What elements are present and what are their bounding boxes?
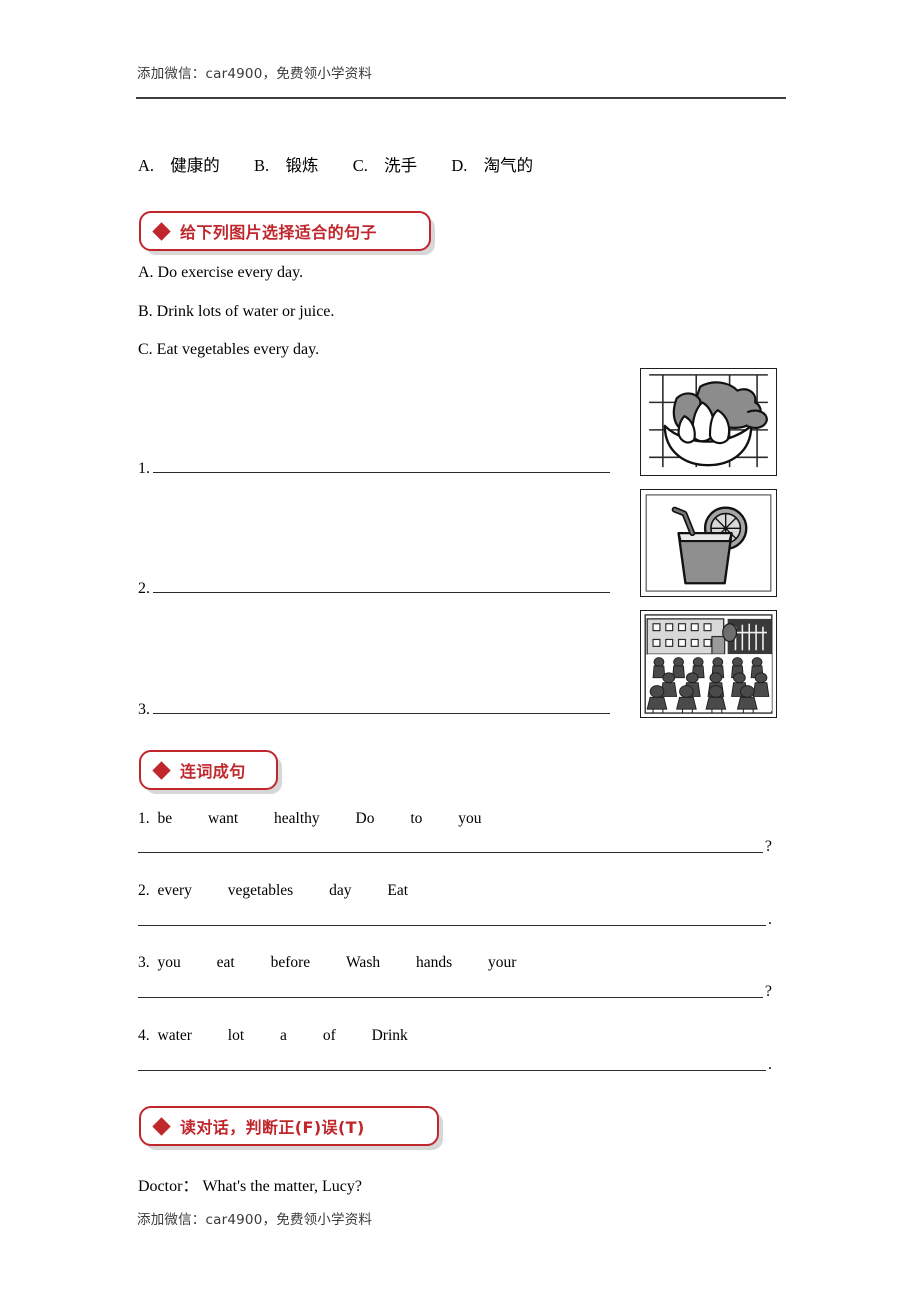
word-order-answer-line-1[interactable]: ?: [138, 838, 772, 855]
scramble-word: Do: [355, 810, 375, 827]
scramble-word: want: [208, 810, 239, 827]
scramble-word: every: [157, 882, 192, 899]
section-header-picture-matching: 给下列图片选择适合的句子: [139, 211, 431, 251]
scramble-word: healthy: [274, 810, 320, 827]
section-header-word-order: 连词成句: [139, 750, 278, 790]
section-title: 读对话，判断正(F)误(T): [180, 1118, 365, 1137]
word-order-answer-line-2[interactable]: .: [138, 911, 772, 928]
section-header-true-false: 读对话，判断正(F)误(T): [139, 1106, 439, 1146]
word-order-answer-line-4[interactable]: .: [138, 1056, 772, 1073]
scramble-word: lot: [227, 1027, 245, 1044]
vocab-option-a-letter: A.: [138, 156, 155, 175]
answer-line[interactable]: [138, 913, 766, 926]
vocab-option-b-letter: B.: [254, 156, 270, 175]
scramble-word: you: [157, 954, 181, 971]
blank-number: 3.: [138, 701, 150, 718]
dialogue-text: What's the matter, Lucy?: [202, 1178, 362, 1195]
blank-number: 2.: [138, 580, 150, 597]
scramble-word: eat: [216, 954, 235, 971]
answer-line[interactable]: [138, 985, 763, 998]
item-number: 1.: [138, 810, 150, 827]
scramble-word: Eat: [387, 882, 409, 899]
word-order-item-3: 3. you eat before Wash hands your: [138, 954, 516, 972]
vocab-option-a-text: 健康的: [170, 156, 220, 175]
vocab-option-d-letter: D.: [451, 156, 468, 175]
picture-choice-a: A. Do exercise every day.: [138, 264, 304, 281]
diamond-bullet-icon: [152, 221, 171, 241]
word-order-item-2: 2. every vegetables day Eat: [138, 882, 408, 900]
word-order-item-4: 4. water lot a of Drink: [138, 1027, 408, 1045]
end-punctuation: .: [768, 1056, 772, 1073]
word-order-answer-line-3[interactable]: ?: [138, 983, 772, 1000]
diamond-bullet-icon: [152, 1116, 171, 1136]
diamond-bullet-icon: [152, 760, 171, 780]
worksheet-page: 添加微信：car4900，免费领小学资料 A. 健康的 B. 锻炼 C. 洗手 …: [0, 0, 920, 1302]
dialogue-speaker: Doctor：: [138, 1178, 199, 1195]
end-punctuation: ?: [764, 983, 772, 1000]
header-watermark: 添加微信：car4900，免费领小学资料: [137, 66, 373, 82]
vocab-option-c-letter: C.: [352, 156, 368, 175]
scramble-word: you: [458, 810, 482, 827]
scramble-word: water: [157, 1027, 192, 1044]
scramble-word: Wash: [346, 954, 381, 971]
answer-line[interactable]: [153, 459, 610, 473]
vocab-options-row: A. 健康的 B. 锻炼 C. 洗手 D. 淘气的: [138, 152, 533, 176]
word-order-item-1: 1. be want healthy Do to you: [138, 810, 482, 828]
vocab-option-b-text: 锻炼: [285, 156, 319, 175]
blank-number: 1.: [138, 460, 150, 477]
juice-glass-image: [640, 489, 777, 597]
scramble-word: be: [157, 810, 173, 827]
answer-line[interactable]: [138, 840, 763, 853]
item-number: 4.: [138, 1027, 150, 1044]
answer-line[interactable]: [153, 579, 610, 593]
end-punctuation: ?: [764, 838, 772, 855]
answer-line[interactable]: [138, 1058, 766, 1071]
picture-answer-blank-3[interactable]: 3.: [138, 700, 610, 719]
dialogue-line-doctor: Doctor： What's the matter, Lucy?: [138, 1172, 362, 1196]
section-title: 给下列图片选择适合的句子: [180, 223, 377, 242]
students-exercising-image: [640, 610, 777, 718]
picture-choice-b: B. Drink lots of water or juice.: [138, 303, 335, 320]
scramble-word: your: [488, 954, 517, 971]
picture-choice-c: C. Eat vegetables every day.: [138, 341, 320, 358]
vegetables-bowl-image: [640, 368, 777, 476]
item-number: 2.: [138, 882, 150, 899]
answer-line[interactable]: [153, 700, 610, 714]
scramble-word: to: [410, 810, 423, 827]
item-number: 3.: [138, 954, 150, 971]
footer-watermark: 添加微信：car4900，免费领小学资料: [137, 1212, 373, 1228]
picture-answer-blank-1[interactable]: 1.: [138, 459, 610, 478]
scramble-word: before: [270, 954, 311, 971]
vocab-option-d-text: 淘气的: [483, 156, 534, 175]
scramble-word: hands: [415, 954, 453, 971]
scramble-word: a: [280, 1027, 287, 1044]
scramble-word: day: [329, 882, 352, 899]
vocab-option-c-text: 洗手: [384, 156, 418, 175]
scramble-word: vegetables: [227, 882, 294, 899]
scramble-word: of: [322, 1027, 336, 1044]
section-title: 连词成句: [180, 762, 246, 781]
end-punctuation: .: [768, 911, 772, 928]
picture-answer-blank-2[interactable]: 2.: [138, 579, 610, 598]
scramble-word: Drink: [371, 1027, 408, 1044]
header-divider: [136, 97, 786, 99]
